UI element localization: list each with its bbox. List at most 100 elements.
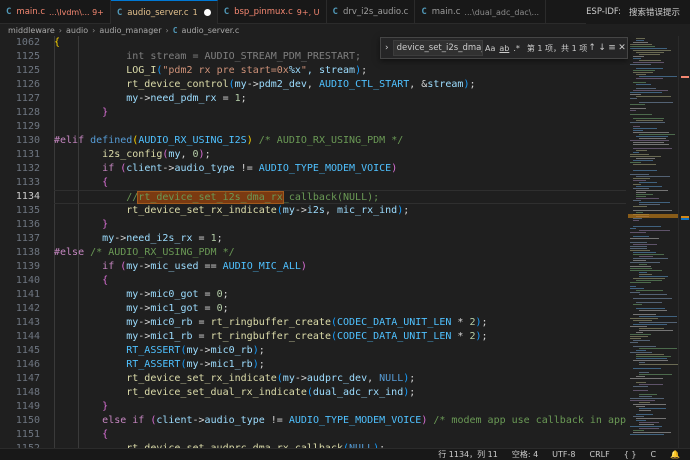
code-line[interactable]: my->mic1_rb = rt_ringbuffer_create(CODEC… [54,330,488,344]
minimap-line [630,250,650,251]
code-line[interactable]: my->need_i2s_rx = 1; [54,232,222,246]
code-line[interactable]: { [54,428,108,442]
minimap-line [633,126,640,127]
code-line[interactable]: rt_device_set_rx_indicate(my->audprc_dev… [54,372,415,386]
code-line[interactable]: LOG_I("pdm2 rx pre start=0x%x", stream); [54,64,367,78]
match-case-toggle[interactable]: Aa [483,44,497,53]
tab-bsp-pinmux-c[interactable]: C bsp_pinmux.c 9+, U [218,0,327,24]
regex-toggle[interactable]: .* [511,44,522,53]
code-line[interactable]: my->mic0_got = 0; [54,288,228,302]
tab-audio-server-c[interactable]: C audio_server.c 1 [110,0,218,24]
tab-drv-i2s-audio-c[interactable]: C drv_i2s_audio.c [327,0,416,24]
lines-icon[interactable]: ≡ [607,43,617,53]
code-token: dual_adc_rx_ind [312,387,404,398]
code-token: ; [204,149,211,160]
code-line[interactable]: i2s_config(my, 0); [54,148,211,162]
breadcrumb-item[interactable]: middleware [8,26,55,35]
code-line[interactable]: #elif defined(AUDIO_RX_USING_I2S) /* AUD… [54,134,403,148]
code-token: -> [294,373,307,384]
search-error-hint-button[interactable]: 搜索错误提示 [629,6,680,18]
code-line[interactable]: { [54,274,108,288]
minimap-line [636,158,655,159]
titlebar-actions: ESP-IDF: 搜索错误提示 [586,0,690,24]
code-line[interactable]: //rt_device_set_i2s_dma_rx_callback(NULL… [54,190,626,204]
unsaved-dot-icon[interactable] [203,9,211,16]
minimap-line [633,346,656,347]
code-line[interactable]: if (my->mic_used == AUDIO_MIC_ALL) [54,260,307,274]
minimap-line [630,292,640,293]
code-token: int stream = AUDIO_STREAM_PDM_PRESTART; [54,51,362,62]
code-token: AUDIO_RX_USING_I2S [138,135,247,146]
minimap-line [630,334,651,335]
minimap[interactable] [628,36,678,448]
code-line[interactable]: rt_device_set_rx_indicate(my->i2s, mic_r… [54,204,409,218]
minimap-line [639,60,661,61]
code-line[interactable]: my->mic1_got = 0; [54,302,228,316]
code-line[interactable]: else if (client->audio_type != AUDIO_TYP… [54,414,626,428]
encoding[interactable]: UTF-8 [552,450,575,459]
code-token: my [186,345,199,356]
cursor-position[interactable]: 行 1134，列 11 [438,449,498,460]
code-line[interactable]: int stream = AUDIO_STREAM_PDM_PRESTART; [54,50,361,64]
vertical-scrollbar[interactable] [678,36,690,448]
minimap-line [636,212,643,213]
minimap-line [630,336,648,337]
tab-description: ...\lvdm\... 9+ [49,7,104,17]
tab-main-c-lvdm[interactable]: C main.c ...\lvdm\... 9+ [0,0,111,24]
code-line[interactable]: my->mic0_rb = rt_ringbuffer_create(CODEC… [54,316,487,330]
match-whole-word-toggle[interactable]: ab [497,44,511,53]
code-line[interactable]: } [54,400,108,414]
minimap-line [633,70,655,71]
code-line[interactable]: rt_device_set_dual_rx_indicate(dual_adc_… [54,386,415,400]
minimap-line [639,316,677,317]
minimap-line [630,262,660,263]
code-line[interactable]: rt_device_control(my->pdm2_dev, AUDIO_CT… [54,78,475,92]
code-token: my [126,261,139,272]
minimap-line [630,44,652,45]
minimap-line [636,88,656,89]
code-token: ; [403,205,410,216]
chevron-right-icon[interactable]: › [381,43,393,53]
code-line[interactable]: my->need_pdm_rx = 1; [54,92,246,106]
minimap-line [630,46,655,47]
code-token: -> [138,261,151,272]
tab-main-c-dual-adc[interactable]: C main.c ...\dual_adc_dac\... [415,0,547,24]
bell-icon[interactable]: 🔔 [670,450,680,459]
minimap-line [633,148,672,149]
minimap-line [639,276,668,277]
line-number: 1145 [15,345,40,356]
arrow-down-icon[interactable]: ↓ [597,43,607,53]
code-line[interactable]: } [54,218,108,232]
indentation[interactable]: 空格: 4 [512,449,538,460]
code-token: -> [198,359,211,370]
code-token: ; [481,331,488,342]
code-token: mic1_got [150,303,199,314]
breadcrumb-item[interactable]: audio_manager [99,26,161,35]
language-braces[interactable]: { } [624,450,637,459]
code-area[interactable]: { int stream = AUDIO_STREAM_PDM_PRESTART… [54,36,626,448]
line-number: 1150 [15,415,40,426]
arrow-up-icon[interactable]: ↑ [587,43,597,53]
breadcrumb-item[interactable]: audio_server.c [182,26,240,35]
code-line[interactable]: } [54,106,108,120]
code-token: my [126,289,139,300]
code-token: my [186,359,199,370]
breadcrumb-item[interactable]: audio [66,26,88,35]
code-editor[interactable]: 1062 1125 1125 1126 1127 1128 1129 1130 1131 1132… [0,36,690,448]
code-line[interactable]: { [54,36,60,50]
code-line[interactable]: { [54,176,108,190]
code-token: -> [138,331,151,342]
close-icon[interactable]: ✕ [617,43,627,53]
find-input[interactable]: device_set_i2s_dma_rx [392,40,483,56]
language-mode[interactable]: C [650,450,656,459]
code-token: CODEC_DATA_UNIT_LEN [337,317,452,328]
esp-idf-label: ESP-IDF: [586,7,621,17]
end-of-line[interactable]: CRLF [590,450,610,459]
code-line[interactable]: RT_ASSERT(my->mic0_rb); [54,344,265,358]
code-line[interactable]: RT_ASSERT(my->mic1_rb); [54,358,265,372]
code-line[interactable]: #else /* AUDIO_RX_USING_PDM */ [54,246,235,260]
code-line[interactable]: if (client->audio_type != AUDIO_TYPE_MOD… [54,162,397,176]
